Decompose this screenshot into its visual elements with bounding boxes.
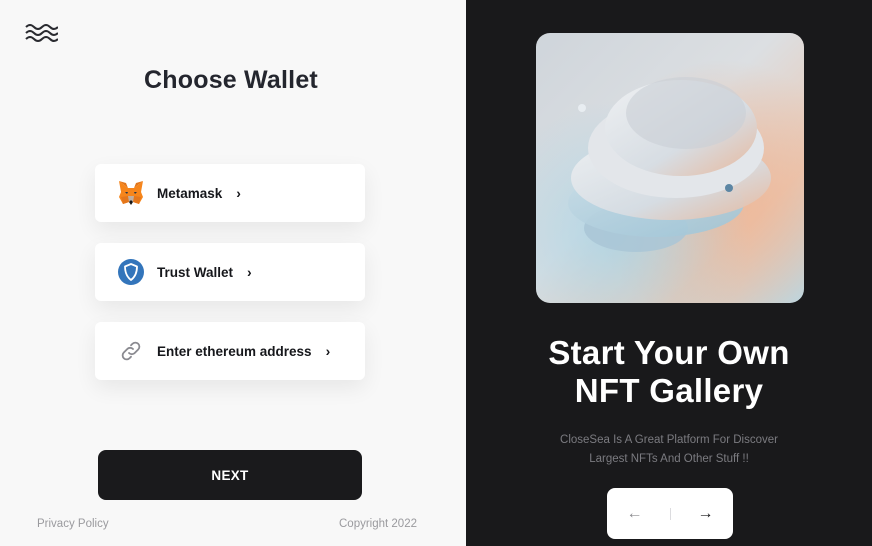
- link-icon: [117, 337, 145, 365]
- wallet-panel: Choose Wallet Metamask › Trust Wallet › …: [0, 0, 466, 546]
- slide-pager: ← →: [607, 488, 733, 539]
- headline-line-2: NFT Gallery: [574, 372, 764, 409]
- arrow-right-icon[interactable]: →: [686, 505, 726, 523]
- pager-divider: [669, 507, 671, 520]
- promo-description: CloseSea Is A Great Platform For Discove…: [466, 431, 872, 469]
- wallet-option-metamask[interactable]: Metamask ›: [95, 164, 365, 222]
- chevron-right-icon: ›: [325, 343, 331, 359]
- wallet-option-trust-wallet[interactable]: Trust Wallet ›: [95, 243, 365, 301]
- promo-panel: Start Your Own NFT Gallery CloseSea Is A…: [466, 0, 872, 546]
- description-line-2: Largest NFTs And Other Stuff !!: [589, 453, 749, 465]
- privacy-policy-link[interactable]: Privacy Policy: [37, 518, 109, 530]
- shield-icon: [117, 258, 145, 286]
- headline-line-1: Start Your Own: [548, 334, 790, 371]
- wallet-option-ethereum-address[interactable]: Enter ethereum address ›: [95, 322, 365, 380]
- promo-headline: Start Your Own NFT Gallery: [466, 334, 872, 410]
- waves-logo-icon[interactable]: [24, 22, 59, 44]
- chevron-right-icon: ›: [236, 185, 241, 201]
- chevron-right-icon: ›: [247, 264, 252, 280]
- nft-artwork-image: [536, 33, 804, 303]
- wallet-label: Trust Wallet: [157, 264, 234, 280]
- wallet-label: Metamask: [157, 185, 223, 201]
- description-line-1: CloseSea Is A Great Platform For Discove…: [560, 434, 778, 446]
- wallet-label: Enter ethereum address: [157, 343, 312, 359]
- next-button[interactable]: NEXT: [98, 450, 362, 500]
- fox-icon: [117, 179, 145, 207]
- arrow-left-icon[interactable]: ←: [615, 505, 655, 523]
- copyright-text: Copyright 2022: [339, 518, 417, 530]
- page-title: Choose Wallet: [144, 66, 318, 94]
